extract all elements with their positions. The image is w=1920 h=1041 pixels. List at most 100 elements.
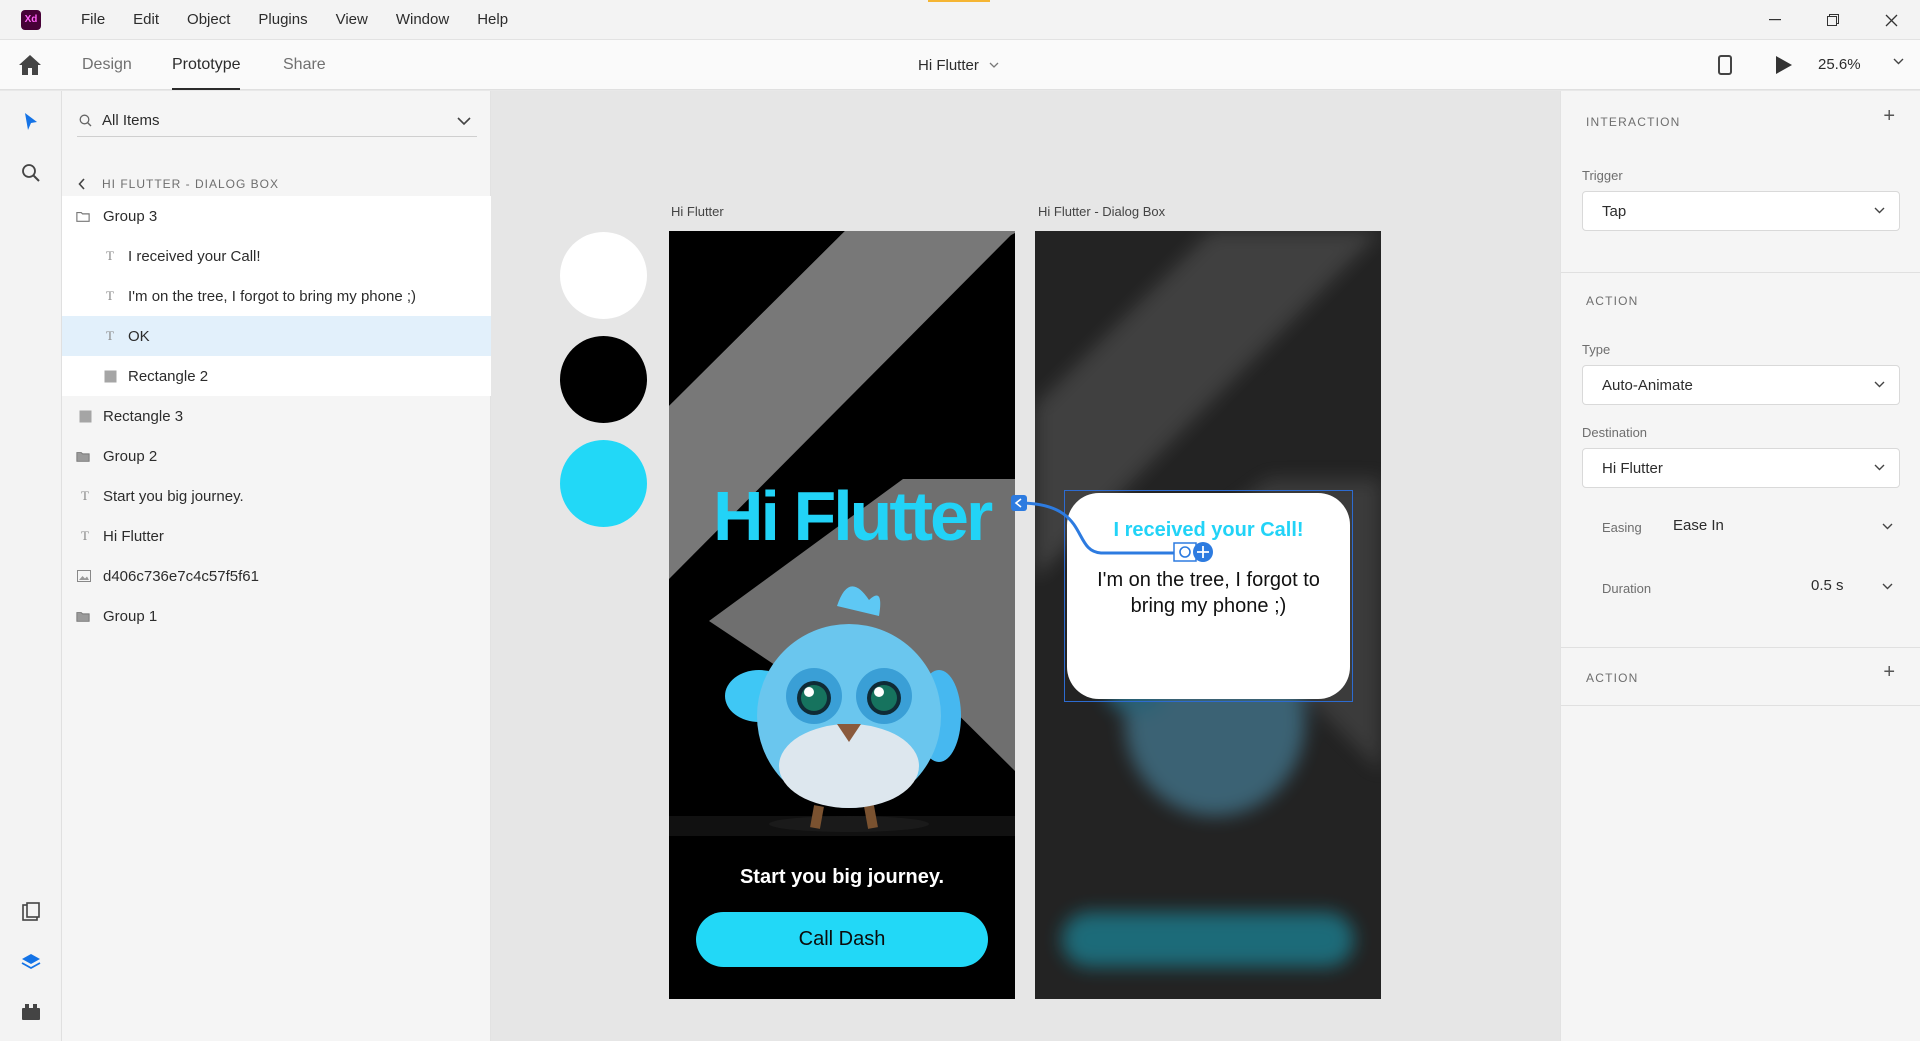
tagline-text: Start you big journey. [739,866,945,888]
layer-label: d406c736e7c4c57f5f61 [103,567,259,585]
layer-row-image[interactable]: d406c736e7c4c57f5f61 [62,556,491,596]
artboard-hi-flutter[interactable]: Hi Flutter Start you big journey. Call D… [669,231,1015,999]
document-assets-icon[interactable] [19,900,43,924]
prototype-wire [1011,495,1213,562]
selection-outline [1064,490,1353,702]
destination-label: Destination [1582,425,1648,440]
layer-label: OK [128,327,150,345]
artboard-dialog-box[interactable]: · I received your Call! I'm on the tree,… [1035,231,1381,999]
text-icon: T [106,248,114,263]
zoom-chevron-down-icon[interactable] [1893,58,1904,65]
color-swatch-cyan[interactable] [560,440,647,527]
image-icon [77,569,91,583]
chevron-left-icon[interactable] [78,178,86,190]
home-icon[interactable] [17,53,43,77]
menu-file[interactable]: File [67,0,119,40]
add-interaction-icon[interactable]: + [1883,105,1895,128]
layer-row-group-1[interactable]: Group 1 [62,596,491,636]
play-preview-icon[interactable] [1776,56,1792,74]
device-preview-icon[interactable] [1718,55,1732,75]
trigger-dropdown[interactable]: Tap [1582,191,1900,231]
tab-share[interactable]: Share [283,40,326,90]
section-divider [1561,647,1920,648]
tab-design[interactable]: Design [82,40,132,90]
tab-prototype[interactable]: Prototype [172,40,241,90]
zoom-tool-icon[interactable] [19,161,43,185]
chevron-down-icon [1874,207,1885,214]
zoom-level[interactable]: 25.6% [1818,40,1861,90]
artboard-label[interactable]: Hi Flutter [671,204,724,219]
menu-help[interactable]: Help [463,0,522,40]
layer-row-ok[interactable]: T OK [62,316,491,356]
layers-panel: HI FLUTTER - DIALOG BOX Group 3 T I rece… [62,91,491,1041]
menu-edit[interactable]: Edit [119,0,173,40]
menu-plugins[interactable]: Plugins [244,0,321,40]
layer-row-group-2[interactable]: Group 2 [62,436,491,476]
window-controls [1746,0,1920,40]
chevron-down-icon [1874,381,1885,388]
menu-view[interactable]: View [322,0,382,40]
breadcrumb-label: HI FLUTTER - DIALOG BOX [102,177,280,191]
artboard-label[interactable]: Hi Flutter - Dialog Box [1038,204,1165,219]
menu-object[interactable]: Object [173,0,244,40]
text-icon: T [106,328,114,343]
menu-bar: Xd File Edit Object Plugins View Window … [0,0,1920,40]
duration-value: 0.5 s [1811,577,1844,594]
section-divider [1561,272,1920,273]
layer-label: Hi Flutter [103,527,164,545]
layer-row-rectangle-2[interactable]: Rectangle 2 [62,356,491,396]
color-swatch-white[interactable] [560,232,647,319]
action-section-title-2: ACTION [1586,671,1639,685]
easing-value: Ease In [1673,517,1724,534]
action-section-title: ACTION [1586,294,1639,308]
title-accent-bar [928,0,990,2]
filter-chevron-down-icon[interactable] [457,117,471,126]
layer-row-received-text[interactable]: T I received your Call! [62,236,491,276]
destination-dropdown[interactable]: Hi Flutter [1582,448,1900,488]
search-icon [79,114,92,127]
minimize-icon[interactable] [1746,0,1804,40]
mode-tab-bar: Design Prototype Share Hi Flutter 25.6% [0,40,1920,90]
action-type-dropdown[interactable]: Auto-Animate [1582,365,1900,405]
hero-title: Hi Flutter [713,477,993,555]
duration-dropdown[interactable]: 0.5 s [1811,566,1899,606]
layers-icon[interactable] [19,950,43,974]
layer-list: Group 3 T I received your Call! T I'm on… [62,196,491,636]
call-dash-button[interactable]: Call Dash [696,912,988,967]
restore-icon[interactable] [1804,0,1862,40]
design-canvas[interactable]: Hi Flutter Hi Flutter - Dialog Box Hi Fl… [491,91,1560,1041]
add-action-icon[interactable]: + [1883,661,1895,684]
breadcrumb[interactable]: HI FLUTTER - DIALOG BOX [78,177,279,191]
easing-dropdown[interactable]: Ease In [1673,506,1899,546]
layers-search[interactable] [77,105,477,137]
color-swatch-black[interactable] [560,336,647,423]
layer-row-tagline-text[interactable]: T Start you big journey. [62,476,491,516]
layer-row-hi-flutter-text[interactable]: T Hi Flutter [62,516,491,556]
duration-label: Duration [1602,581,1652,596]
layer-label: I received your Call! [128,247,261,265]
plugins-icon[interactable] [19,1000,43,1024]
trigger-label: Trigger [1582,168,1623,183]
folder-icon [76,209,90,223]
layer-label: Group 2 [103,447,158,465]
document-title-dropdown[interactable]: Hi Flutter [918,40,999,90]
text-icon: T [81,528,89,543]
chevron-down-icon [1874,464,1885,471]
layer-row-rectangle-3[interactable]: Rectangle 3 [62,396,491,436]
action-type-value: Auto-Animate [1602,376,1693,394]
rectangle-icon [103,369,117,383]
menu-window[interactable]: Window [382,0,463,40]
document-title: Hi Flutter [918,56,979,74]
chevron-down-icon [1882,523,1893,530]
layer-row-tree-text[interactable]: T I'm on the tree, I forgot to bring my … [62,276,491,316]
select-tool-icon[interactable] [19,110,43,134]
search-input[interactable] [102,112,432,129]
layer-label: Rectangle 3 [103,407,184,425]
type-label: Type [1582,342,1611,357]
close-icon[interactable] [1862,0,1920,40]
layer-label: Start you big journey. [103,487,244,505]
layer-row-group-3[interactable]: Group 3 [62,196,491,236]
tool-rail [0,91,62,1041]
easing-label: Easing [1602,520,1642,535]
folder-icon [76,609,90,623]
